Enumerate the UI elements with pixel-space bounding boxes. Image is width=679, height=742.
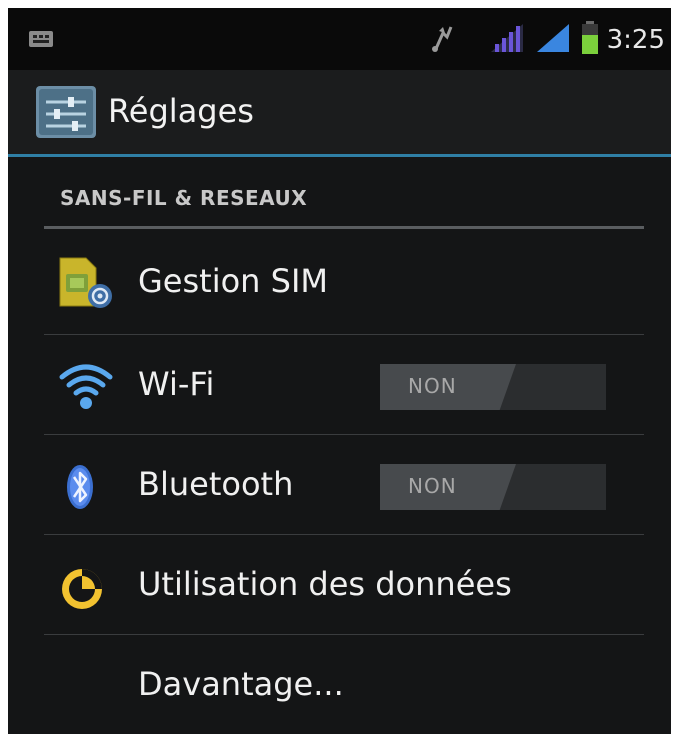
data-usage-icon (56, 559, 116, 615)
phone-screen: 3:25 Réglages SANS-FIL & RESEAUX Gestion… (8, 8, 671, 734)
section-header: SANS-FIL & RESEAUX (60, 186, 308, 210)
bluetooth-toggle-state: NON (408, 474, 457, 498)
bluetooth-label: Bluetooth (138, 465, 294, 503)
bluetooth-icon (56, 459, 116, 515)
usb-icon (429, 23, 455, 57)
status-clock: 3:25 (606, 25, 665, 55)
battery-icon (581, 21, 599, 59)
section-divider (44, 226, 644, 229)
list-item-sim-management[interactable]: Gestion SIM (8, 232, 671, 330)
notification-icon (28, 30, 54, 54)
page-title: Réglages (108, 92, 254, 130)
settings-app-icon[interactable] (36, 86, 96, 142)
list-item-wifi[interactable]: Wi-Fi NON (8, 335, 671, 433)
bluetooth-toggle[interactable]: NON (380, 464, 606, 510)
signal-1-icon (489, 22, 527, 58)
list-item-bluetooth[interactable]: Bluetooth NON (8, 435, 671, 533)
sim-card-icon (56, 256, 116, 312)
wifi-label: Wi-Fi (138, 365, 215, 403)
wifi-toggle-state: NON (408, 374, 457, 398)
action-bar: Réglages (8, 70, 671, 157)
status-icons: 3:25 (429, 20, 665, 60)
sim-management-label: Gestion SIM (138, 262, 328, 300)
wifi-toggle[interactable]: NON (380, 364, 606, 410)
list-item-more[interactable]: Davantage... (8, 635, 671, 733)
more-label: Davantage... (138, 665, 344, 703)
status-bar: 3:25 (8, 8, 671, 70)
signal-2-icon (535, 22, 573, 58)
wifi-icon (56, 359, 116, 415)
data-usage-label: Utilisation des données (138, 565, 512, 603)
list-item-data-usage[interactable]: Utilisation des données (8, 535, 671, 633)
